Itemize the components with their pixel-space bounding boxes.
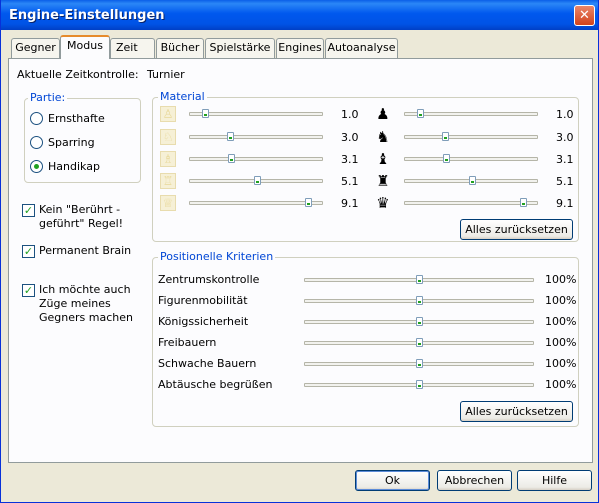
criterion-value: 100% [545,273,577,286]
bishop-icon: ♝ [376,150,390,168]
criterion-label: Zentrumskontrolle [158,273,260,286]
radio-button[interactable] [30,136,43,149]
material-value: 1.0 [556,108,574,121]
title-bar: Engine-Einstellungen ✕ [1,0,598,30]
slider-thumb[interactable] [416,317,423,326]
slider-track[interactable] [404,112,538,116]
checkbox-label-line2: geführt" Regel! [39,217,124,230]
slider-thumb[interactable] [202,109,209,118]
positionell-legend: Positionelle Kriterien [158,250,276,263]
slider-thumb[interactable] [417,109,424,118]
radio-button[interactable] [30,112,43,125]
radio-label: Ernsthafte [48,112,105,125]
criterion-value: 100% [545,378,577,391]
positionell-reset-button[interactable]: Alles zurücksetzen [460,401,573,422]
checkbox-label-line1: Ich möchte auch [39,283,131,296]
criterion-label: Abtäusche begrüßen [158,378,273,391]
checkbox[interactable]: ✓ [22,284,35,297]
slider-thumb[interactable] [443,154,450,163]
tab-panel-modus: Aktuelle Zeitkontrolle: Turnier Partie: … [8,58,593,463]
checkbox-label-line3: Gegners machen [39,311,133,324]
tab-gegner[interactable]: Gegner [11,38,60,58]
pawn-icon: ♙ [160,106,176,122]
ok-button[interactable]: Ok [355,470,430,491]
queen-icon: ♛ [376,194,390,212]
slider-thumb[interactable] [416,380,423,389]
rook-icon: ♜ [376,172,390,190]
time-control-label: Aktuelle Zeitkontrolle: [17,68,139,81]
material-value: 3.1 [341,153,359,166]
queen-icon: ♕ [160,195,176,211]
slider-thumb[interactable] [469,176,476,185]
slider-track[interactable] [404,135,538,139]
tab-modus[interactable]: Modus [60,35,110,59]
material-value: 1.0 [341,108,359,121]
slider-track[interactable] [404,157,538,161]
close-button[interactable]: ✕ [574,5,595,26]
radio-button-selected[interactable] [30,160,43,173]
criterion-label: Freibauern [158,336,217,349]
material-value: 5.1 [556,175,574,188]
material-value: 3.0 [341,131,359,144]
radio-label: Handikap [48,160,100,173]
material-value: 3.1 [556,153,574,166]
checkbox-label: Permanent Brain [39,244,132,257]
material-value: 5.1 [341,175,359,188]
slider-thumb[interactable] [227,132,234,141]
radio-label: Sparring [48,136,95,149]
criterion-label: Königssicherheit [158,315,249,328]
slider-thumb[interactable] [416,275,423,284]
time-control-value: Turnier [147,68,185,81]
partie-group: Partie: Ernsthafte Sparring Handikap [24,91,141,183]
slider-thumb[interactable] [442,132,449,141]
slider-track[interactable] [189,157,323,161]
material-reset-button[interactable]: Alles zurücksetzen [460,219,573,240]
slider-track[interactable] [189,112,323,116]
slider-thumb[interactable] [416,338,423,347]
criterion-value: 100% [545,315,577,328]
help-button[interactable]: Hilfe [517,470,592,491]
bishop-icon: ♗ [160,151,176,167]
slider-thumb[interactable] [254,176,261,185]
criterion-value: 100% [545,294,577,307]
checkbox[interactable]: ✓ [22,245,35,258]
slider-thumb[interactable] [416,296,423,305]
knight-icon: ♞ [376,128,390,146]
rook-icon: ♖ [160,173,176,189]
material-group: Material ♙ 1.0 ♘ 3.0 ♗ 3.1 ♖ 5.1 ♕ 9.1 ♟ 1.0 ♞ 3.0 ♝ 3… [152,90,579,242]
tab-buecher[interactable]: Bücher [156,38,204,58]
slider-thumb[interactable] [305,198,312,207]
checkbox-label-line1: Kein "Berührt - [39,203,121,216]
slider-track[interactable] [404,201,538,205]
slider-track[interactable] [189,201,323,205]
radio-dot [34,164,39,169]
criterion-value: 100% [545,357,577,370]
material-value: 3.0 [556,131,574,144]
slider-track[interactable] [189,135,323,139]
tab-zeit[interactable]: Zeit [110,38,155,58]
material-value: 9.1 [556,197,574,210]
criterion-label: Schwache Bauern [158,357,257,370]
partie-legend: Partie: [28,91,68,104]
criterion-label: Figurenmobilität [158,294,248,307]
material-value: 9.1 [341,197,359,210]
slider-thumb[interactable] [228,154,235,163]
pawn-icon: ♟ [376,105,390,123]
criterion-value: 100% [545,336,577,349]
slider-thumb[interactable] [520,198,527,207]
knight-icon: ♘ [160,129,176,145]
checkbox-label-line2: Züge meines [39,297,111,310]
window-title: Engine-Einstellungen [9,8,165,23]
tab-engines[interactable]: Engines [276,38,324,58]
checkbox[interactable]: ✓ [22,204,35,217]
engine-settings-dialog: Engine-Einstellungen ✕ Gegner Modus Zeit… [0,0,599,503]
tab-autoanalyse[interactable]: Autoanalyse [325,38,398,58]
slider-thumb[interactable] [416,359,423,368]
material-legend: Material [158,90,207,103]
positionell-group: Positionelle Kriterien Zentrumskontrolle… [152,250,579,427]
tab-spielstaerke[interactable]: Spielstärke [205,38,275,58]
cancel-button[interactable]: Abbrechen [437,470,512,491]
